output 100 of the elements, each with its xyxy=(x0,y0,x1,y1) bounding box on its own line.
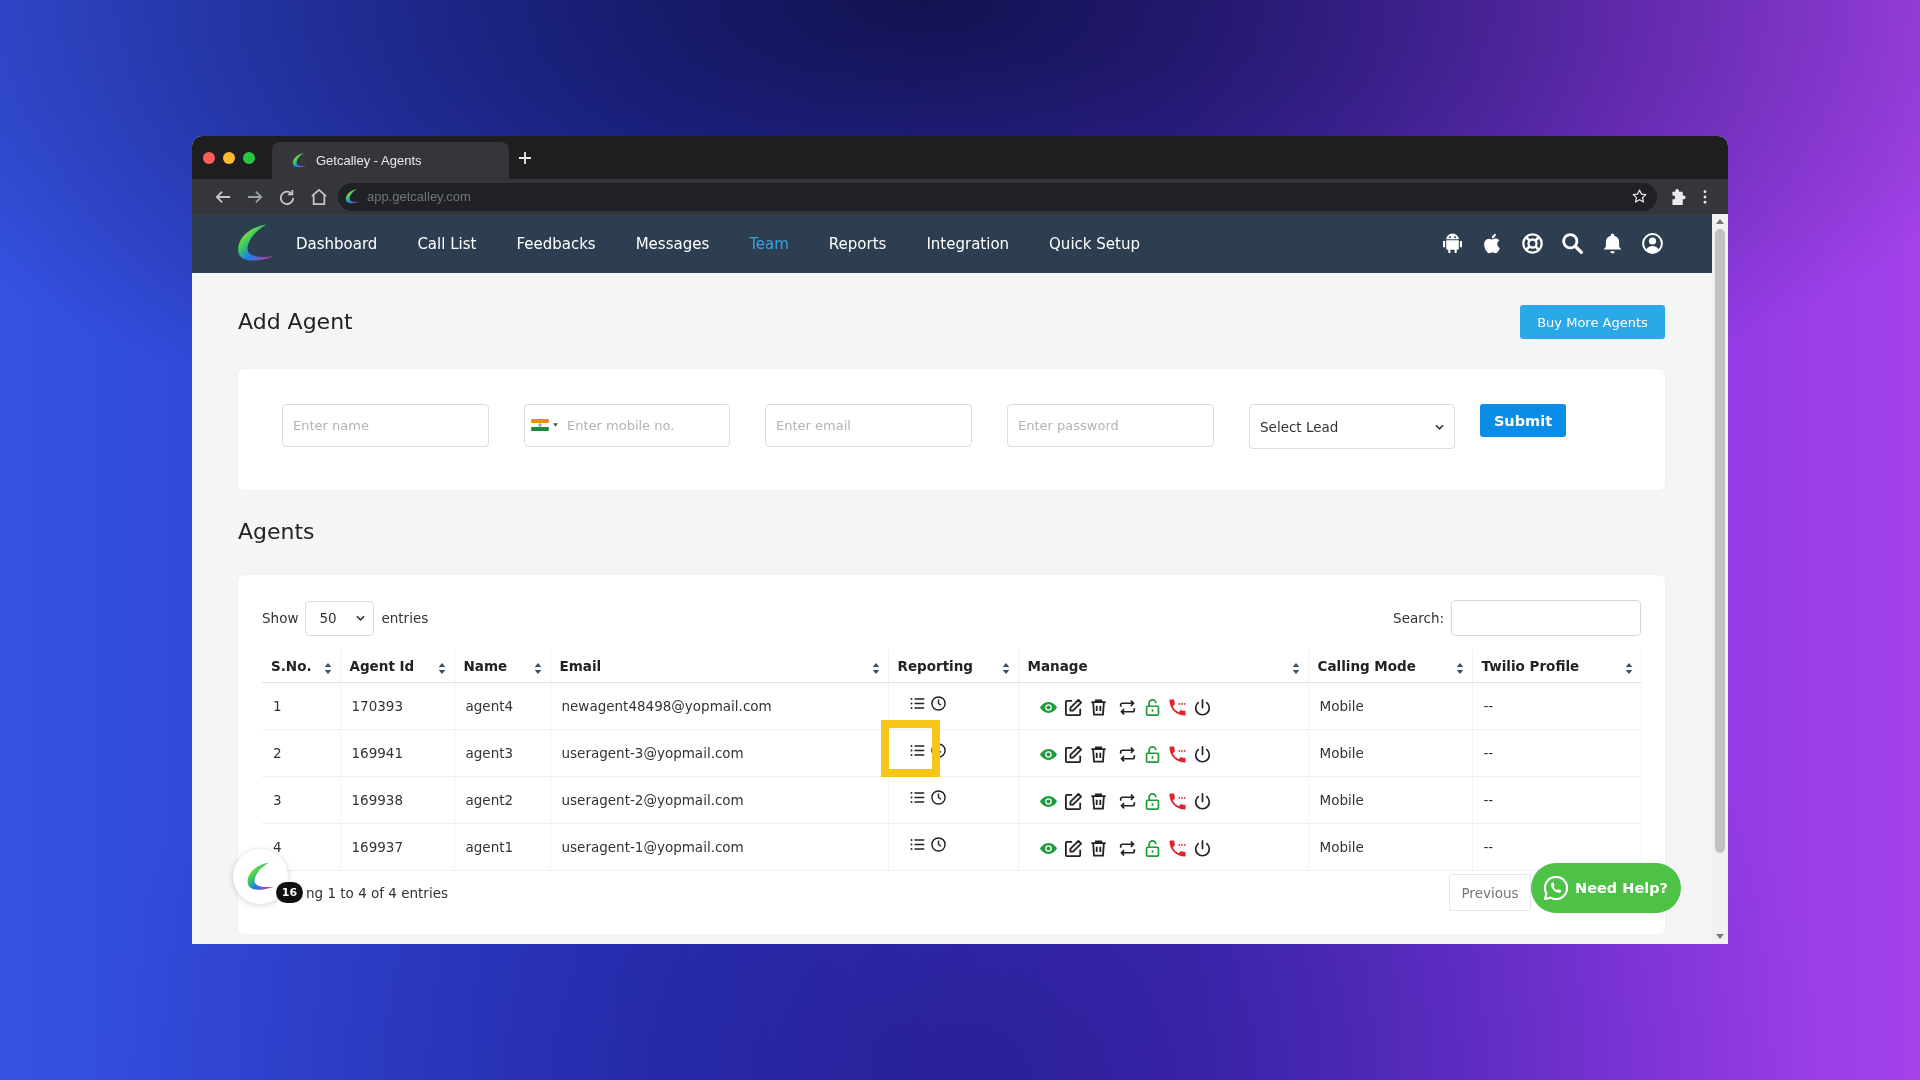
sort-icon[interactable] xyxy=(1291,662,1300,675)
nav-link[interactable]: Call List xyxy=(417,234,477,253)
clock-icon[interactable] xyxy=(930,789,946,805)
entries-label: entries xyxy=(381,610,429,626)
column-header[interactable]: S.No. xyxy=(271,657,312,674)
phone-icon[interactable] xyxy=(1168,745,1186,763)
repeat-icon[interactable] xyxy=(1118,698,1136,716)
maximize-icon[interactable] xyxy=(243,151,255,164)
list-icon[interactable] xyxy=(909,836,925,852)
lead-select[interactable]: Select Lead xyxy=(1249,404,1455,449)
power-icon[interactable] xyxy=(1193,839,1211,857)
nav-link[interactable]: Feedbacks xyxy=(516,234,596,253)
name-field[interactable]: Enter name xyxy=(282,404,489,447)
show-label: Show xyxy=(262,610,299,626)
submit-button[interactable]: Submit xyxy=(1480,404,1566,437)
page-size-select[interactable]: 50 xyxy=(305,600,375,636)
sort-icon[interactable] xyxy=(1624,662,1633,675)
twilio-profile: -- xyxy=(1483,839,1494,855)
column-header[interactable]: Name xyxy=(463,657,508,674)
previous-button[interactable]: Previous xyxy=(1449,874,1531,911)
column-header[interactable]: Agent Id xyxy=(349,657,415,674)
lock-icon[interactable] xyxy=(1143,839,1161,857)
sort-icon[interactable] xyxy=(1001,662,1010,675)
serial-number: 2 xyxy=(273,745,282,761)
sort-icon[interactable] xyxy=(437,662,446,675)
lifebuoy-icon[interactable] xyxy=(1522,233,1543,254)
minimize-icon[interactable] xyxy=(223,151,235,164)
nav-link[interactable]: Quick Setup xyxy=(1049,234,1140,253)
back-icon[interactable] xyxy=(215,188,231,205)
scrollbar[interactable] xyxy=(1712,214,1728,944)
repeat-icon[interactable] xyxy=(1118,839,1136,857)
password-field[interactable]: Enter password xyxy=(1007,404,1214,447)
list-icon[interactable] xyxy=(909,789,925,805)
mobile-field[interactable]: Enter mobile no. xyxy=(524,404,730,447)
phone-icon[interactable] xyxy=(1168,792,1186,810)
column-header[interactable]: Reporting xyxy=(897,657,973,674)
new-tab-icon[interactable] xyxy=(519,151,531,164)
search-icon[interactable] xyxy=(1562,233,1583,254)
column-header[interactable]: Twilio Profile xyxy=(1481,657,1580,674)
lock-icon[interactable] xyxy=(1143,698,1161,716)
scroll-down-icon[interactable] xyxy=(1716,934,1724,939)
twilio-profile: -- xyxy=(1483,792,1494,808)
nav-link[interactable]: Team xyxy=(749,234,789,253)
browser-tab[interactable]: Getcalley - Agents xyxy=(272,142,509,179)
bell-icon[interactable] xyxy=(1602,233,1623,254)
flag-icon[interactable] xyxy=(531,419,549,431)
forward-icon[interactable] xyxy=(247,188,263,205)
column-header[interactable]: Email xyxy=(559,657,602,674)
section-title: Agents xyxy=(238,518,316,546)
trash-icon[interactable] xyxy=(1089,745,1107,763)
nav-link[interactable]: Messages xyxy=(635,234,710,253)
calling-mode: Mobile xyxy=(1319,792,1364,808)
clock-icon[interactable] xyxy=(930,695,946,711)
sort-icon[interactable] xyxy=(871,662,880,675)
scroll-up-icon[interactable] xyxy=(1716,219,1724,224)
repeat-icon[interactable] xyxy=(1118,792,1136,810)
kebab-menu-icon[interactable] xyxy=(1703,189,1707,204)
user-icon[interactable] xyxy=(1642,233,1663,254)
puzzle-icon[interactable] xyxy=(1671,188,1687,205)
home-icon[interactable] xyxy=(311,188,327,205)
pencil-square-icon[interactable] xyxy=(1064,839,1082,857)
trash-icon[interactable] xyxy=(1089,698,1107,716)
trash-icon[interactable] xyxy=(1089,792,1107,810)
serial-number: 4 xyxy=(273,839,282,855)
nav-link[interactable]: Integration xyxy=(926,234,1010,253)
agent-id: 169937 xyxy=(351,839,404,855)
sort-icon[interactable] xyxy=(1455,662,1464,675)
chevron-icon xyxy=(1435,423,1444,430)
power-icon[interactable] xyxy=(1193,745,1211,763)
email-field[interactable]: Enter email xyxy=(765,404,972,447)
nav-link[interactable]: Reports xyxy=(828,234,887,253)
pencil-square-icon[interactable] xyxy=(1064,698,1082,716)
phone-icon[interactable] xyxy=(1168,698,1186,716)
caret-icon[interactable] xyxy=(553,423,558,427)
lock-icon[interactable] xyxy=(1143,792,1161,810)
power-icon[interactable] xyxy=(1193,792,1211,810)
sort-icon[interactable] xyxy=(323,662,332,675)
list-icon[interactable] xyxy=(909,695,925,711)
clock-icon[interactable] xyxy=(930,742,946,758)
lock-icon[interactable] xyxy=(1143,745,1161,763)
pencil-square-icon[interactable] xyxy=(1064,745,1082,763)
trash-icon[interactable] xyxy=(1089,839,1107,857)
power-icon[interactable] xyxy=(1193,698,1211,716)
scrollbar-thumb[interactable] xyxy=(1715,229,1725,853)
column-header[interactable]: Manage xyxy=(1027,657,1088,674)
star-icon[interactable] xyxy=(1632,189,1647,204)
android-icon[interactable] xyxy=(1442,233,1463,254)
pencil-square-icon[interactable] xyxy=(1064,792,1082,810)
search-field[interactable] xyxy=(1451,600,1641,636)
reload-icon[interactable] xyxy=(279,188,295,205)
sort-icon[interactable] xyxy=(533,662,542,675)
agent-email: useragent-1@yopmail.com xyxy=(561,839,744,855)
column-header[interactable]: Calling Mode xyxy=(1317,657,1416,674)
phone-icon[interactable] xyxy=(1168,839,1186,857)
close-icon[interactable] xyxy=(203,151,215,164)
nav-link[interactable]: Dashboard xyxy=(296,234,378,253)
list-icon[interactable] xyxy=(909,742,925,758)
repeat-icon[interactable] xyxy=(1118,745,1136,763)
apple-icon[interactable] xyxy=(1482,233,1503,254)
clock-icon[interactable] xyxy=(930,836,946,852)
